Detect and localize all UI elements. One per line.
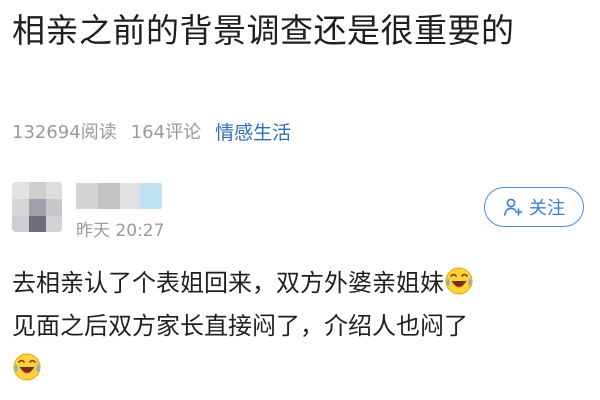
add-user-icon <box>503 197 523 217</box>
article-meta: 132694阅读 164评论 情感生活 <box>12 116 291 146</box>
article-title: 相亲之前的背景调查还是很重要的 <box>12 11 515 50</box>
follow-button[interactable]: 关注 <box>484 187 584 227</box>
comment-line-3 <box>12 348 592 391</box>
comment-count[interactable]: 164评论 <box>131 118 201 144</box>
avatar[interactable] <box>12 182 62 232</box>
follow-label: 关注 <box>529 198 565 219</box>
comment-line-2: 见面之后双方家长直接闷了，介绍人也闷了 <box>12 312 468 340</box>
username-blurred[interactable] <box>76 183 162 209</box>
view-count: 132694阅读 <box>12 122 117 143</box>
comment-text-1: 去相亲认了个表姐回来，双方外婆亲姐妹 <box>12 269 444 297</box>
comment-body: 去相亲认了个表姐回来，双方外婆亲姐妹 见面之后双方家长直接闷了，介绍人也闷了 <box>12 262 592 391</box>
post-timestamp: 昨天 20:27 <box>76 221 165 241</box>
category-link[interactable]: 情感生活 <box>215 118 291 145</box>
laugh-cry-emoji-icon <box>12 352 42 382</box>
laugh-cry-emoji-icon <box>444 266 474 296</box>
comment-line-1: 去相亲认了个表姐回来，双方外婆亲姐妹 <box>12 262 592 305</box>
